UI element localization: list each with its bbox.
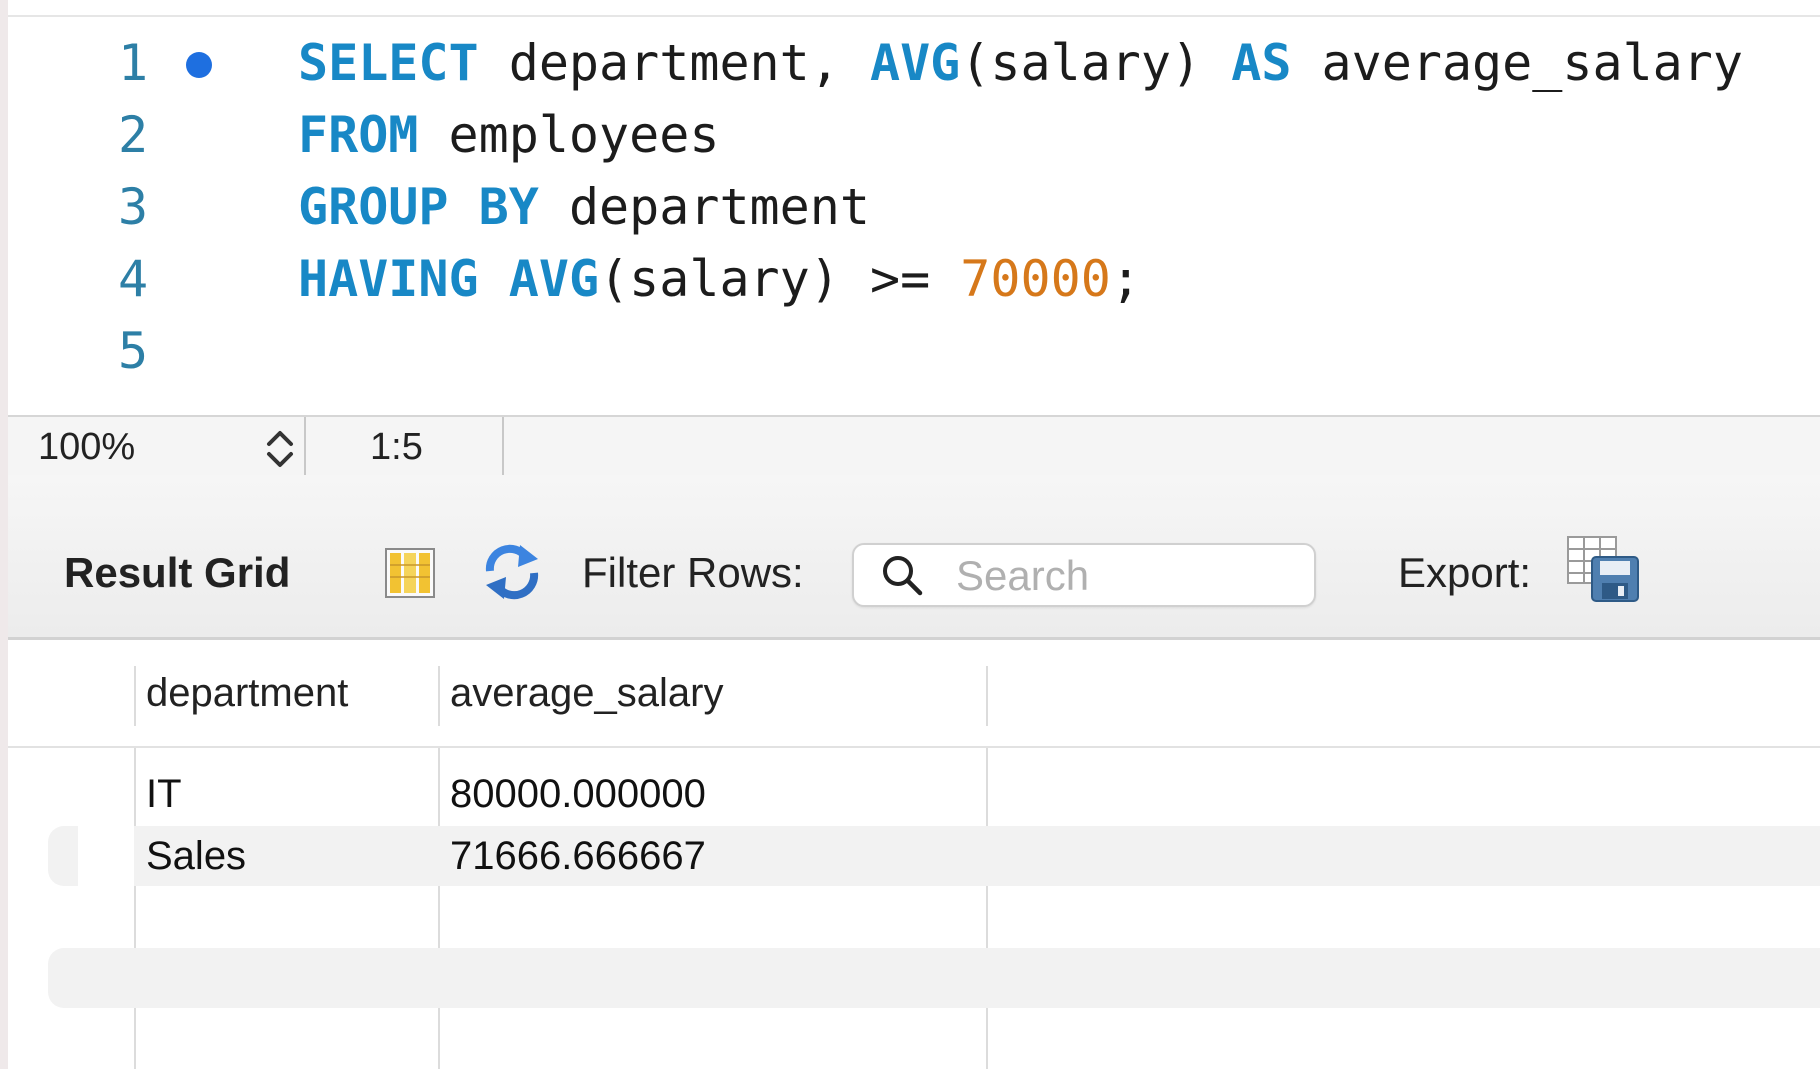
code-text: department xyxy=(538,178,870,236)
line-number: 1 xyxy=(117,34,149,92)
keyword-avg: AVG xyxy=(869,34,961,92)
column-separator[interactable] xyxy=(986,666,988,726)
result-grid-tab[interactable]: Result Grid xyxy=(64,548,290,598)
export-label: Export: xyxy=(1398,549,1532,596)
line-number: 2 xyxy=(117,106,149,164)
code-line-3[interactable]: GROUP BY department xyxy=(298,166,870,248)
line-number: 3 xyxy=(117,178,149,236)
table-row[interactable]: Sales 71666.666667 xyxy=(48,826,1820,886)
code-text: ; xyxy=(1110,250,1141,308)
code-text: department, xyxy=(478,34,870,92)
cursor-position: 1:5 xyxy=(370,426,423,468)
search-icon xyxy=(883,556,923,596)
window-edge xyxy=(0,0,8,1069)
code-line-1[interactable]: SELECT department, AVG(salary) AS averag… xyxy=(298,22,1743,104)
column-separator[interactable] xyxy=(438,666,440,726)
keyword-having: HAVING xyxy=(298,250,479,308)
result-toolbar: Result Grid Filter Rows: Export: xyxy=(8,475,1820,640)
editor-line[interactable]: 1 SELECT department, AVG(salary) AS aver… xyxy=(8,22,1820,104)
number-literal: 70000 xyxy=(960,250,1111,308)
grid-columns-icon[interactable] xyxy=(384,547,436,599)
column-header-average-salary[interactable]: average_salary xyxy=(450,668,724,718)
line-number: 4 xyxy=(117,250,149,308)
editor-top-border xyxy=(8,15,1820,17)
export-save-icon[interactable] xyxy=(1566,535,1642,605)
empty-row xyxy=(48,948,1820,1008)
statement-marker-icon xyxy=(186,52,212,78)
code-text: employees xyxy=(418,106,720,164)
keyword-avg: AVG xyxy=(508,250,600,308)
code-line-2[interactable]: FROM employees xyxy=(298,94,719,176)
keyword-from: FROM xyxy=(298,106,419,164)
table-row[interactable]: IT 80000.000000 xyxy=(8,764,1820,824)
filter-rows-label: Filter Rows: xyxy=(582,549,804,596)
keyword-group: GROUP xyxy=(298,178,449,236)
filter-search-box[interactable] xyxy=(852,543,1316,607)
keyword-by: BY xyxy=(478,178,539,236)
editor-line[interactable]: 5 xyxy=(8,310,1820,392)
refresh-icon[interactable] xyxy=(480,543,544,601)
zoom-level[interactable]: 100% xyxy=(38,417,135,477)
cell-average-salary[interactable]: 80000.000000 xyxy=(450,768,706,820)
sql-editor[interactable]: 1 SELECT department, AVG(salary) AS aver… xyxy=(8,0,1820,415)
code-line-4[interactable]: HAVING AVG(salary) >= 70000; xyxy=(298,238,1141,320)
editor-line[interactable]: 2 FROM employees xyxy=(8,94,1820,176)
cell-department[interactable]: Sales xyxy=(146,830,246,882)
editor-status-bar: 100% 1:5 xyxy=(8,415,1820,477)
code-text: (salary) xyxy=(960,34,1232,92)
status-divider xyxy=(304,417,306,477)
row-selector[interactable] xyxy=(78,826,134,886)
filter-search-input[interactable] xyxy=(954,551,1298,601)
result-grid[interactable]: department average_salary IT 80000.00000… xyxy=(8,640,1820,1069)
status-divider xyxy=(502,417,504,477)
zoom-stepper-icon[interactable] xyxy=(264,427,296,471)
code-text: average_salary xyxy=(1291,34,1743,92)
line-number: 5 xyxy=(117,322,149,380)
editor-line[interactable]: 3 GROUP BY department xyxy=(8,166,1820,248)
grid-header: department average_salary xyxy=(8,640,1820,748)
cell-average-salary[interactable]: 71666.666667 xyxy=(450,830,706,882)
keyword-select: SELECT xyxy=(298,34,479,92)
editor-line[interactable]: 4 HAVING AVG(salary) >= 70000; xyxy=(8,238,1820,320)
cell-department[interactable]: IT xyxy=(146,768,182,820)
keyword-as: AS xyxy=(1231,34,1292,92)
code-text: (salary) >= xyxy=(599,250,961,308)
column-separator xyxy=(134,666,136,726)
column-header-department[interactable]: department xyxy=(146,668,348,718)
